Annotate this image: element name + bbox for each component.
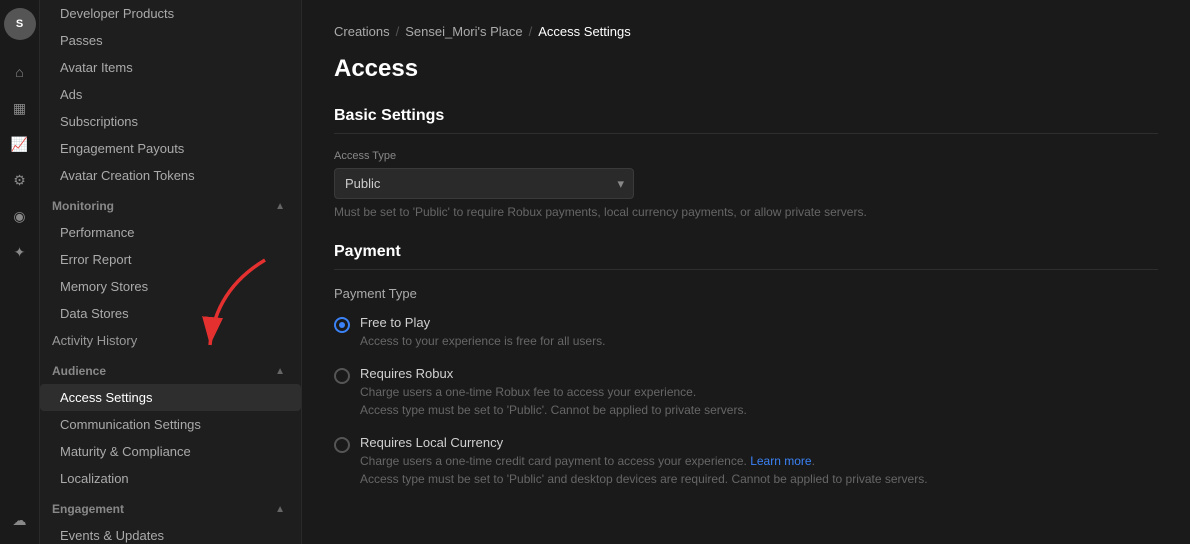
- icon-rail: S ⌂ ▦ 📈 ⚙ ◉ ✦ ☁: [0, 0, 40, 544]
- audience-label: Audience: [52, 364, 106, 378]
- notifications-icon[interactable]: ✦: [4, 236, 36, 268]
- access-type-select[interactable]: Public Private Friends Only: [334, 168, 634, 199]
- sidebar: Developer Products Passes Avatar Items A…: [40, 0, 302, 544]
- radio-robux-circle: [334, 368, 350, 384]
- sidebar-item-localization[interactable]: Localization: [40, 465, 301, 492]
- monitoring-label: Monitoring: [52, 199, 114, 213]
- page-title: Access: [334, 55, 1158, 83]
- engagement-section-header[interactable]: Engagement ▲: [40, 492, 301, 522]
- audience-chevron: ▲: [275, 366, 285, 377]
- radio-local-content: Requires Local Currency Charge users a o…: [360, 435, 928, 488]
- breadcrumb-sep1: /: [396, 24, 400, 39]
- engagement-label: Engagement: [52, 502, 124, 516]
- sidebar-item-data-stores[interactable]: Data Stores: [40, 300, 301, 327]
- access-type-select-wrapper: Public Private Friends Only: [334, 168, 634, 199]
- sidebar-item-activity-history[interactable]: Activity History: [40, 327, 301, 354]
- breadcrumb: Creations / Sensei_Mori's Place / Access…: [334, 24, 1158, 39]
- breadcrumb-current: Access Settings: [538, 24, 631, 39]
- radio-local-desc: Charge users a one-time credit card paym…: [360, 452, 928, 488]
- sidebar-item-error-report[interactable]: Error Report: [40, 246, 301, 273]
- radio-free-to-play[interactable]: Free to Play Access to your experience i…: [334, 315, 1158, 350]
- avatar[interactable]: S: [4, 8, 36, 40]
- radio-local-desc-before: Charge users a one-time credit card paym…: [360, 454, 750, 468]
- breadcrumb-place[interactable]: Sensei_Mori's Place: [405, 24, 522, 39]
- radio-robux-content: Requires Robux Charge users a one-time R…: [360, 366, 747, 419]
- basic-settings-title: Basic Settings: [334, 107, 1158, 134]
- radio-local-circle: [334, 437, 350, 453]
- cloud-icon[interactable]: ☁: [4, 504, 36, 536]
- monitoring-chevron: ▲: [275, 201, 285, 212]
- radio-free-circle: [334, 317, 350, 333]
- sidebar-item-passes[interactable]: Passes: [40, 27, 301, 54]
- radio-robux-desc: Charge users a one-time Robux fee to acc…: [360, 383, 747, 419]
- access-type-hint: Must be set to 'Public' to require Robux…: [334, 205, 1158, 219]
- sidebar-item-ads[interactable]: Ads: [40, 81, 301, 108]
- engagement-chevron: ▲: [275, 504, 285, 515]
- sidebar-item-maturity-compliance[interactable]: Maturity & Compliance: [40, 438, 301, 465]
- payment-type-label: Payment Type: [334, 286, 1158, 301]
- payment-section: Payment Payment Type Free to Play Access…: [334, 243, 1158, 488]
- access-type-label: Access Type: [334, 150, 1158, 162]
- radio-local-title: Requires Local Currency: [360, 435, 928, 450]
- sidebar-item-avatar-creation-tokens[interactable]: Avatar Creation Tokens: [40, 162, 301, 189]
- games-icon[interactable]: ◉: [4, 200, 36, 232]
- radio-requires-robux[interactable]: Requires Robux Charge users a one-time R…: [334, 366, 1158, 419]
- analytics-icon[interactable]: 📈: [4, 128, 36, 160]
- radio-free-content: Free to Play Access to your experience i…: [360, 315, 605, 350]
- radio-requires-local-currency[interactable]: Requires Local Currency Charge users a o…: [334, 435, 1158, 488]
- radio-free-desc: Access to your experience is free for al…: [360, 332, 605, 350]
- sidebar-item-access-settings[interactable]: Access Settings: [40, 384, 301, 411]
- breadcrumb-creations[interactable]: Creations: [334, 24, 390, 39]
- sidebar-item-events-updates[interactable]: Events & Updates: [40, 522, 301, 544]
- sidebar-item-performance[interactable]: Performance: [40, 219, 301, 246]
- sidebar-item-memory-stores[interactable]: Memory Stores: [40, 273, 301, 300]
- main-content: Creations / Sensei_Mori's Place / Access…: [302, 0, 1190, 544]
- creations-icon[interactable]: ▦: [4, 92, 36, 124]
- access-type-group: Access Type Public Private Friends Only …: [334, 150, 1158, 219]
- tools-icon[interactable]: ⚙: [4, 164, 36, 196]
- breadcrumb-sep2: /: [529, 24, 533, 39]
- sidebar-item-subscriptions[interactable]: Subscriptions: [40, 108, 301, 135]
- home-icon[interactable]: ⌂: [4, 56, 36, 88]
- radio-robux-title: Requires Robux: [360, 366, 747, 381]
- monitoring-section-header[interactable]: Monitoring ▲: [40, 189, 301, 219]
- sidebar-item-avatar-items[interactable]: Avatar Items: [40, 54, 301, 81]
- sidebar-item-developer-products[interactable]: Developer Products: [40, 0, 301, 27]
- radio-local-learn-more-link[interactable]: Learn more: [750, 454, 811, 468]
- radio-free-title: Free to Play: [360, 315, 605, 330]
- audience-section-header[interactable]: Audience ▲: [40, 354, 301, 384]
- radio-robux-desc-text: Charge users a one-time Robux fee to acc…: [360, 385, 747, 417]
- sidebar-item-communication-settings[interactable]: Communication Settings: [40, 411, 301, 438]
- payment-title: Payment: [334, 243, 1158, 270]
- sidebar-item-engagement-payouts[interactable]: Engagement Payouts: [40, 135, 301, 162]
